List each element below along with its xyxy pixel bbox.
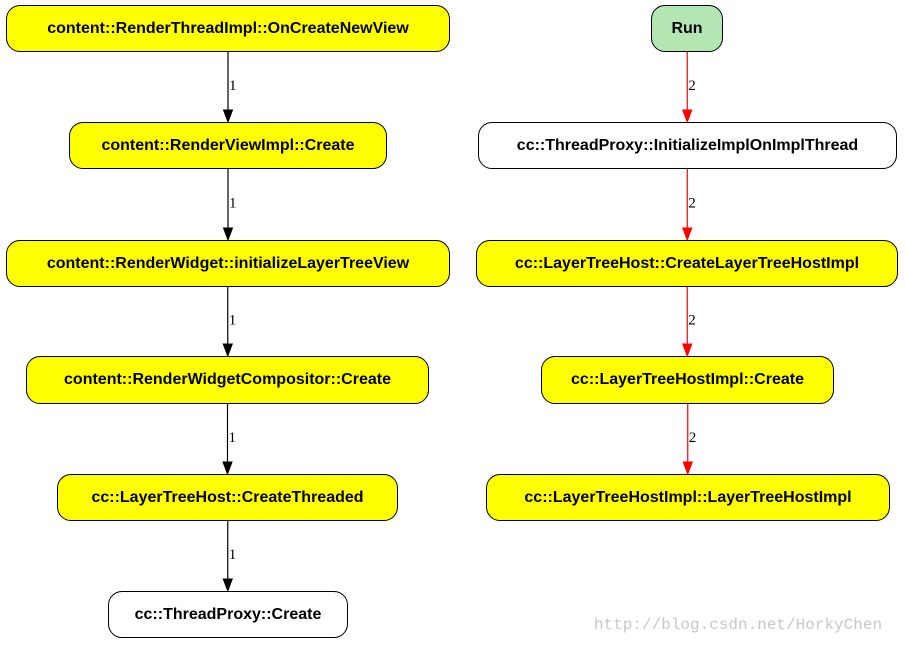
arrowhead-icon <box>222 227 234 242</box>
node-render-thread-impl-on-create-new-view[interactable]: content::RenderThreadImpl::OnCreateNewVi… <box>6 5 450 52</box>
node-thread-proxy-create[interactable]: cc::ThreadProxy::Create <box>108 591 348 638</box>
edge-r3-r4: 2 <box>682 404 697 476</box>
node-layer-tree-host-impl-create[interactable]: cc::LayerTreeHostImpl::Create <box>541 356 834 404</box>
edge-label: 2 <box>689 430 697 446</box>
node-layer-tree-host-impl-constructor[interactable]: cc::LayerTreeHostImpl::LayerTreeHostImpl <box>486 474 890 521</box>
edge-n5-n6: 1 <box>222 521 237 593</box>
edge-r0-r1: 2 <box>682 52 696 124</box>
node-thread-proxy-initialize-impl[interactable]: cc::ThreadProxy::InitializeImplOnImplThr… <box>478 122 897 169</box>
edge-r1-r2: 2 <box>682 169 696 242</box>
node-render-widget-compositor-create[interactable]: content::RenderWidgetCompositor::Create <box>26 356 429 404</box>
edge-label: 1 <box>229 78 237 94</box>
edge-label: 2 <box>688 78 696 94</box>
node-layer-tree-host-create-threaded[interactable]: cc::LayerTreeHost::CreateThreaded <box>57 474 398 521</box>
arrowhead-icon <box>222 461 233 476</box>
edge-r2-r3: 2 <box>682 287 696 358</box>
edge-n1-n2: 1 <box>222 52 237 124</box>
edge-label: 1 <box>229 196 237 212</box>
edge-n2-n3: 1 <box>222 169 237 242</box>
watermark: http://blog.csdn.net/HorkyChen <box>594 616 883 634</box>
arrowhead-icon <box>682 343 693 358</box>
node-layer-tree-host-create-impl[interactable]: cc::LayerTreeHost::CreateLayerTreeHostIm… <box>476 240 898 287</box>
arrowhead-icon <box>222 109 234 124</box>
edge-label: 1 <box>229 547 237 563</box>
edge-n3-n4: 1 <box>222 287 237 358</box>
edge-label: 1 <box>229 430 237 446</box>
edges-layer: 1 1 1 1 1 2 2 2 2 <box>222 52 697 593</box>
edge-label: 1 <box>229 313 237 329</box>
arrowhead-icon <box>682 461 693 476</box>
edge-n4-n5: 1 <box>222 404 237 476</box>
node-run[interactable]: Run <box>651 5 723 52</box>
node-render-view-impl-create[interactable]: content::RenderViewImpl::Create <box>69 122 387 169</box>
arrowhead-icon <box>222 343 233 358</box>
edge-label: 2 <box>688 313 696 329</box>
arrowhead-icon <box>682 109 693 124</box>
edge-label: 2 <box>688 196 696 212</box>
arrowhead-icon <box>222 578 233 593</box>
node-render-widget-initialize-layer-tree-view[interactable]: content::RenderWidget::initializeLayerTr… <box>6 240 450 287</box>
arrowhead-icon <box>682 227 693 242</box>
